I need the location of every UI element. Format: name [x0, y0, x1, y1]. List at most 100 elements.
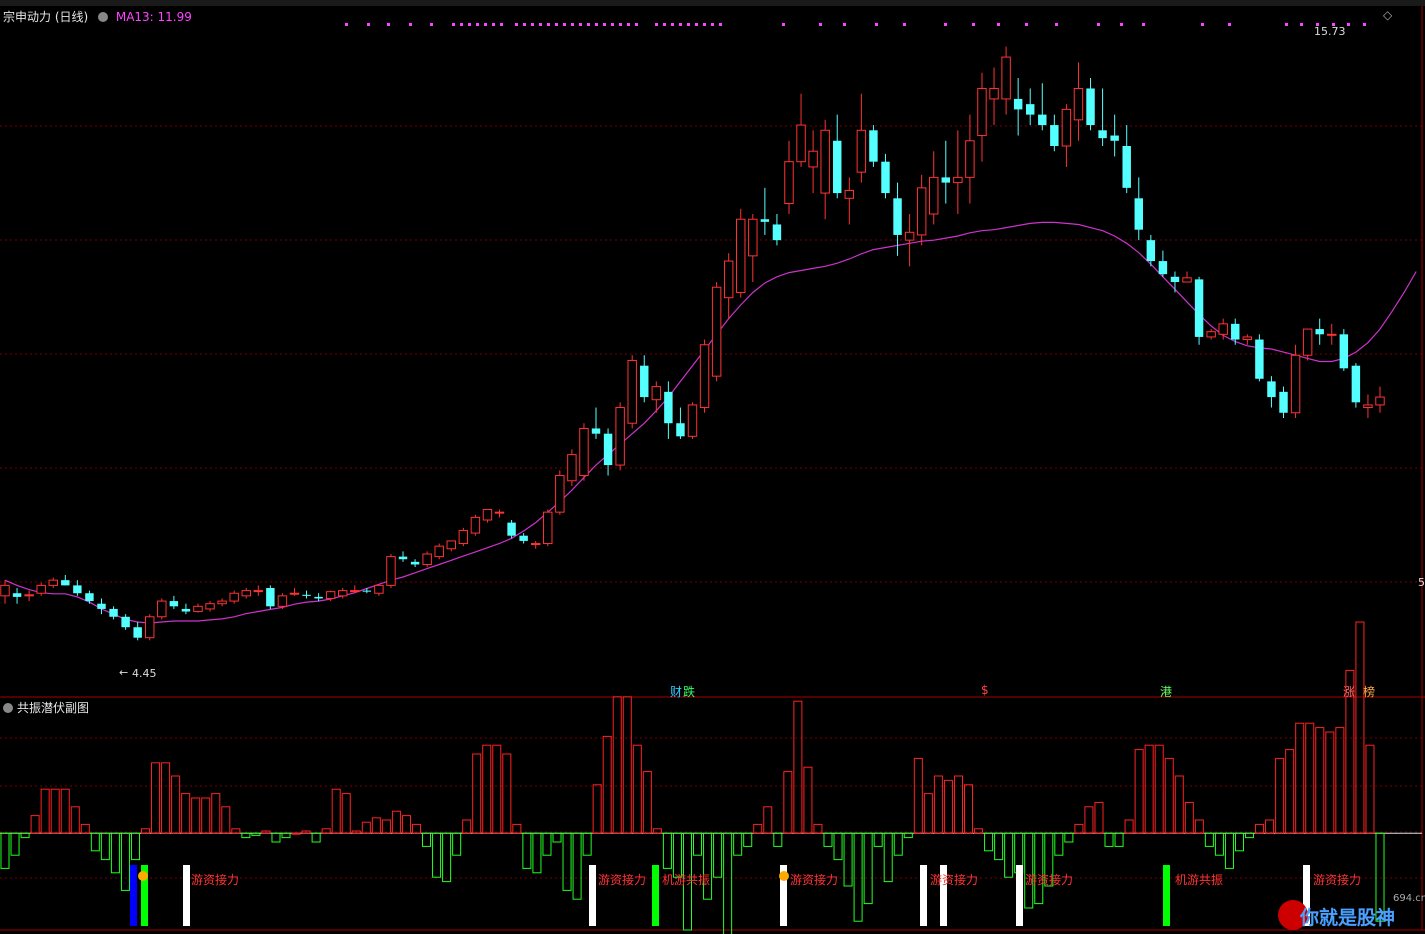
candle-body	[1302, 328, 1313, 356]
top-marker	[468, 23, 471, 26]
histogram-bar	[933, 775, 943, 834]
histogram-bar	[1194, 819, 1204, 834]
histogram-bar	[883, 832, 893, 883]
top-marker	[430, 23, 433, 26]
candle-body	[1375, 396, 1385, 406]
candle-body	[302, 594, 311, 596]
event-tag-dollar[interactable]: $	[980, 683, 990, 697]
candle-body	[494, 511, 505, 514]
ma-line-group	[4, 221, 1417, 624]
collapse-circle-icon[interactable]	[3, 703, 13, 713]
histogram-bar	[1164, 757, 1174, 834]
top-marker	[555, 23, 558, 26]
candle-body	[1255, 339, 1264, 379]
histogram-bar	[321, 828, 331, 834]
top-marker	[687, 23, 690, 26]
candle-body	[579, 427, 589, 477]
watermark-site: 694.cn	[1393, 893, 1425, 904]
candle-body	[1279, 391, 1288, 413]
histogram-bar	[743, 832, 753, 847]
candle-body	[1061, 108, 1072, 147]
histogram-bar	[1224, 832, 1234, 869]
candle-body	[784, 161, 794, 205]
histogram-bar	[532, 832, 542, 874]
histogram-bar	[201, 797, 211, 834]
histogram-bar	[50, 788, 60, 834]
top-marker	[1285, 23, 1288, 26]
top-marker	[492, 23, 495, 26]
candle-body	[507, 522, 516, 536]
histogram-bar	[1315, 727, 1325, 834]
candle-body	[325, 591, 336, 599]
low-arrow-icon: ←	[119, 666, 129, 679]
candle-body	[555, 475, 565, 513]
top-marker	[1347, 23, 1350, 26]
candle-body	[109, 608, 118, 617]
candle-body	[470, 516, 481, 534]
histogram-bar	[582, 832, 592, 856]
candle-body	[627, 359, 637, 424]
top-marker	[997, 23, 1000, 26]
top-marker	[619, 23, 622, 26]
candle-body	[833, 140, 842, 194]
candle-body	[36, 584, 46, 594]
candle-body	[1050, 125, 1059, 146]
histogram-bar	[472, 753, 482, 834]
candle-body	[567, 454, 577, 482]
top-marker	[460, 23, 463, 26]
candles	[0, 46, 1385, 641]
candle-body	[640, 365, 649, 398]
histogram-bar	[241, 832, 251, 839]
candle-body	[1073, 87, 1084, 121]
candle-body	[12, 593, 22, 597]
candle-body	[1134, 198, 1143, 230]
histogram-bar	[1275, 757, 1285, 834]
candle-body	[893, 198, 902, 235]
candle-body	[519, 535, 528, 541]
event-tag-bang[interactable]: 榜	[1362, 683, 1376, 700]
candle-body	[615, 407, 625, 466]
histogram-bar	[40, 788, 50, 834]
histogram-bar	[70, 806, 80, 834]
top-marker	[1142, 23, 1145, 26]
histogram-bar	[1184, 801, 1194, 834]
event-tag-gang[interactable]: 港	[1159, 683, 1173, 700]
candle-body	[1290, 354, 1301, 414]
histogram-bar	[432, 832, 442, 878]
histogram-bar	[181, 793, 191, 834]
candle-body	[398, 556, 408, 560]
candle-body	[181, 608, 191, 612]
diamond-icon[interactable]: ◇	[1383, 8, 1392, 22]
signal-bar	[183, 865, 190, 926]
event-tag-die[interactable]: 跌	[682, 683, 696, 700]
signal-label: 游资接力	[930, 873, 979, 887]
histogram-bar	[90, 832, 100, 852]
histogram-bar	[100, 832, 110, 861]
candle-body	[1327, 333, 1337, 336]
settings-circle-icon[interactable]	[98, 12, 109, 22]
event-tag-zhang[interactable]: 涨	[1342, 683, 1356, 700]
top-marker	[1120, 23, 1123, 26]
candle-body	[687, 404, 698, 437]
event-tag-cai[interactable]: 财	[669, 683, 683, 700]
top-toolbar[interactable]	[0, 0, 1425, 6]
histogram-bar	[1144, 744, 1154, 834]
signal-label: 游资接力	[1313, 873, 1362, 887]
histogram-bar	[803, 766, 813, 834]
histogram-bar	[130, 832, 140, 861]
candle-body	[0, 584, 10, 597]
histogram-bar	[1064, 832, 1074, 843]
top-marker	[571, 23, 574, 26]
candle-body	[699, 344, 710, 409]
signal-bar	[920, 865, 927, 926]
signal-bar	[1016, 865, 1023, 926]
candle-body	[266, 588, 275, 607]
top-marker	[587, 23, 590, 26]
watermark-text: 你就是股神	[1300, 907, 1396, 929]
candle-body	[217, 600, 227, 605]
histogram-bar	[863, 832, 873, 905]
histogram-bar	[1034, 832, 1044, 905]
histogram-bar	[381, 819, 391, 834]
histogram-bar	[391, 810, 401, 834]
candle-body	[1146, 240, 1156, 262]
